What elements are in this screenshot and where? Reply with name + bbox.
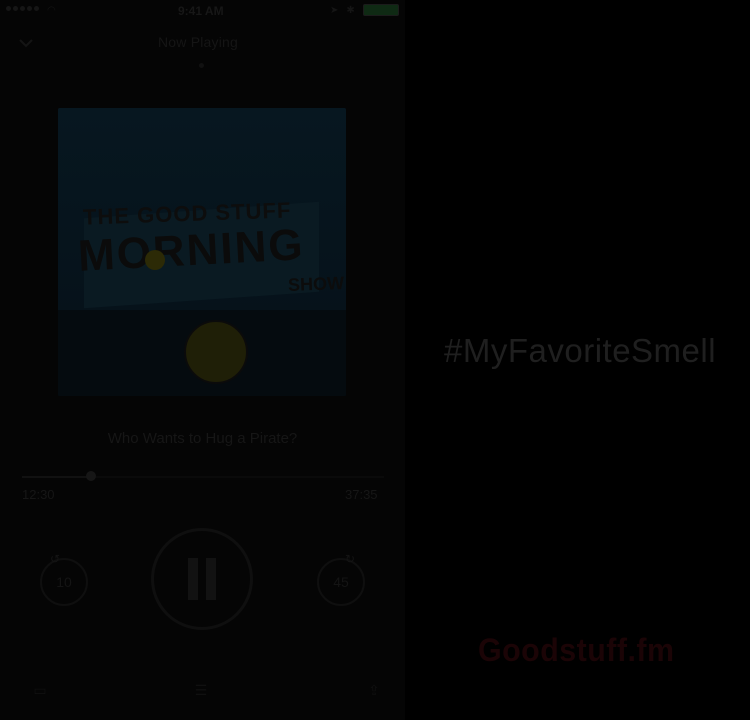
- chevron-down-icon: [19, 39, 33, 48]
- player-controls: ↺ 10 ↻ 45: [0, 520, 405, 650]
- pause-icon: [188, 558, 216, 600]
- status-right: ➤ ✱: [330, 4, 399, 16]
- wifi-icon: ◠: [47, 5, 56, 16]
- album-cover: THE GOOD STUFF MORNING SHOW: [58, 108, 346, 396]
- skip-back-label: 10: [56, 574, 72, 590]
- smiley-icon: [145, 250, 165, 270]
- status-time: 9:41 AM: [178, 4, 224, 18]
- battery-icon: [362, 4, 399, 16]
- bottom-toolbar: ▭ ☰ ⇪: [0, 680, 405, 710]
- hashtag-text: #MyFavoriteSmell: [444, 332, 717, 369]
- signal-icon: [6, 6, 39, 11]
- progress-bar[interactable]: [22, 470, 384, 486]
- cover-text-line3: SHOW: [287, 273, 345, 295]
- now-playing-title: Now Playing: [158, 34, 239, 50]
- progress-thumb[interactable]: [85, 471, 96, 481]
- remaining-time: 37:35: [345, 487, 378, 502]
- pause-button[interactable]: [151, 528, 253, 630]
- elapsed-time: 12:30: [22, 487, 55, 502]
- skip-forward-label: 45: [333, 574, 349, 590]
- bluetooth-icon: ✱: [346, 4, 355, 16]
- skip-back-button[interactable]: ↺ 10: [40, 552, 88, 606]
- page-indicator-dot: [199, 63, 204, 68]
- phone-screen: ◠ 9:41 AM ➤ ✱ Now Playing THE GOOD STUFF…: [0, 0, 405, 720]
- smiley-icon: [184, 320, 248, 384]
- brand-logo: Goodstuff.fm: [478, 632, 675, 668]
- progress-fill: [22, 476, 91, 478]
- forward-icon: ↻: [344, 552, 355, 566]
- app-root: ◠ 9:41 AM ➤ ✱ Now Playing THE GOOD STUFF…: [0, 0, 750, 720]
- share-icon[interactable]: ⇪: [364, 680, 384, 700]
- queue-icon[interactable]: ☰: [191, 680, 211, 700]
- skip-forward-button[interactable]: ↻ 45: [317, 552, 365, 606]
- status-bar: ◠ 9:41 AM ➤ ✱: [0, 0, 405, 24]
- episode-title: Who Wants to Hug a Pirate?: [107, 430, 298, 447]
- rewind-icon: ↺: [50, 552, 61, 566]
- top-bar: Now Playing: [0, 30, 405, 60]
- airplay-icon[interactable]: ▭: [30, 680, 50, 700]
- collapse-button[interactable]: [17, 34, 35, 52]
- location-icon: ➤: [330, 4, 339, 16]
